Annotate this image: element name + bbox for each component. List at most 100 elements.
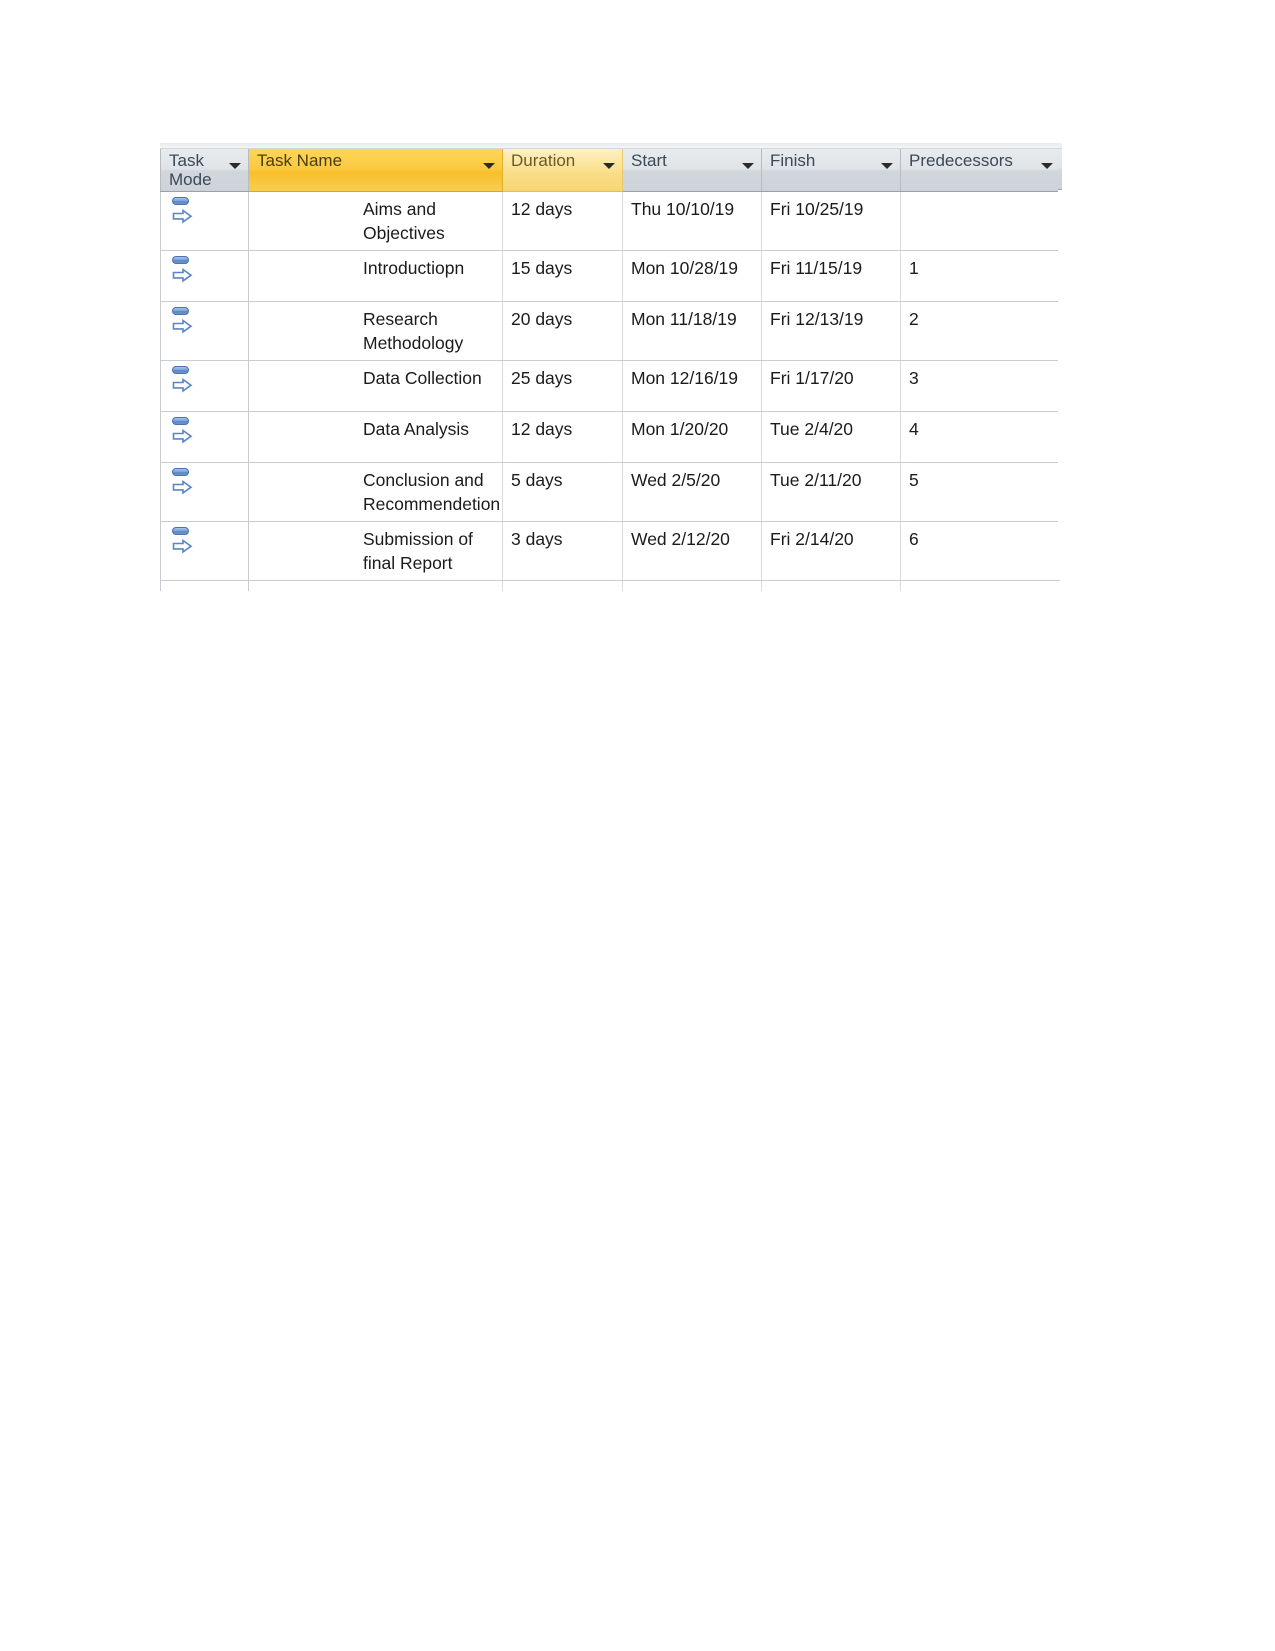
cell-start[interactable]: Mon 10/28/19 [622,250,762,302]
task-table-body[interactable]: Aims and Objectives 12 days Thu 10/10/19 Fr… [160,191,1060,591]
column-header-label: Task Name [257,151,343,170]
table-row[interactable]: Data Analysis 12 days Mon 1/20/20 Tue 2/4/2… [160,411,1060,463]
clipped-column-header [1058,149,1062,190]
cell-finish[interactable]: Tue 2/11/20 [761,462,901,522]
cell-task-name[interactable]: Research Methodology [248,301,503,361]
cell-finish[interactable]: Tue 2/4/20 [761,411,901,463]
cell-predecessors[interactable]: 2 [900,301,1060,361]
cell-finish[interactable]: Fri 1/17/20 [761,360,901,412]
table-row[interactable]: Submission of final Report 3 days Wed 2/12… [160,521,1060,581]
cell-start[interactable]: Mon 11/18/19 [622,301,762,361]
cell-predecessors[interactable] [900,191,1060,251]
cell-predecessors[interactable]: 6 [900,521,1060,581]
cell-start[interactable]: Wed 2/5/20 [622,462,762,522]
task-mode-bar-glyph [172,527,189,535]
cell-predecessors[interactable]: 1 [900,250,1060,302]
cell-task-name[interactable]: Introductiopn [248,250,503,302]
column-header-finish[interactable]: Finish [761,149,901,192]
cell-finish[interactable]: Fri 10/25/19 [761,191,901,251]
column-header-start[interactable]: Start [622,149,762,192]
cell-task-mode[interactable] [160,411,249,463]
filter-chevron-down-icon[interactable] [229,163,241,169]
table-row[interactable]: Introductiopn 15 days Mon 10/28/19 Fri 11/1… [160,250,1060,302]
cell-task-name[interactable]: Submission of final Report [248,521,503,581]
auto-schedule-task-mode-icon[interactable] [171,196,193,224]
cell-task-name[interactable]: Data Collection [248,360,503,412]
document-page: Task Mode Task Name Duration Start Finish Pre… [0,0,1275,1651]
task-name-text: Conclusion and Recommendetion [363,470,501,514]
cell-finish[interactable]: Fri 2/14/20 [761,521,901,581]
cell-duration[interactable]: 20 days [502,301,623,361]
table-row[interactable]: Conclusion and Recommendetion 5 days Wed 2… [160,462,1060,522]
filter-chevron-down-icon[interactable] [603,163,615,169]
cell-task-mode[interactable] [160,462,249,522]
auto-schedule-task-mode-icon[interactable] [171,467,193,495]
task-mode-bar-glyph [172,197,189,205]
cell-duration[interactable]: 12 days [502,191,623,251]
cell-duration[interactable]: 15 days [502,250,623,302]
start-text: Wed 2/5/20 [631,470,721,490]
cell-task-mode[interactable] [160,250,249,302]
clipped-column-body [1058,190,1062,580]
cell-task-name[interactable]: Aims and Objectives [248,191,503,251]
cell-task-mode[interactable] [160,521,249,581]
predecessors-text: 6 [909,529,919,549]
table-row-partial[interactable] [160,580,1060,591]
cell-duration[interactable]: 3 days [502,521,623,581]
cell-start[interactable]: Thu 10/10/19 [622,191,762,251]
table-row[interactable]: Research Methodology 20 days Mon 11/18/19 F… [160,301,1060,361]
auto-schedule-task-mode-icon[interactable] [171,306,193,334]
column-header-row[interactable]: Task Mode Task Name Duration Start Finish Pre… [160,149,1060,192]
table-row[interactable]: Aims and Objectives 12 days Thu 10/10/19 Fr… [160,191,1060,251]
auto-schedule-task-mode-icon[interactable] [171,255,193,283]
task-mode-bar-glyph [172,468,189,476]
cell-duration[interactable]: 5 days [502,462,623,522]
auto-schedule-task-mode-icon[interactable] [171,416,193,444]
cell-predecessors[interactable]: 5 [900,462,1060,522]
task-name-text: Submission of final Report [363,529,473,573]
column-header-predecessors[interactable]: Predecessors [900,149,1060,192]
column-header-task_mode[interactable]: Task Mode [160,149,249,192]
task-mode-arrow-glyph [172,206,193,230]
cell-start[interactable]: Mon 1/20/20 [622,411,762,463]
task-mode-bar-glyph [172,256,189,264]
cell-start[interactable]: Wed 2/12/20 [622,521,762,581]
cell-finish[interactable]: Fri 12/13/19 [761,301,901,361]
cell-predecessors[interactable]: 3 [900,360,1060,412]
cell-task-mode[interactable] [160,360,249,412]
filter-chevron-down-icon[interactable] [881,163,893,169]
filter-chevron-down-icon[interactable] [742,163,754,169]
predecessors-text: 5 [909,470,919,490]
cell-duration[interactable]: 25 days [502,360,623,412]
cell-task-mode[interactable] [160,191,249,251]
predecessors-text: 4 [909,419,919,439]
cell-task-mode[interactable] [160,301,249,361]
duration-text: 15 days [511,258,573,278]
column-header-duration[interactable]: Duration [502,149,623,192]
filter-chevron-down-icon[interactable] [1041,163,1053,169]
table-row[interactable]: Data Collection 25 days Mon 12/16/19 Fri 1/… [160,360,1060,412]
cell-predecessors[interactable]: 4 [900,411,1060,463]
task-table[interactable]: Task Mode Task Name Duration Start Finish Pre… [160,149,1060,591]
finish-text: Fri 1/17/20 [770,368,854,388]
column-header-label: Start [631,151,667,170]
column-header-task_name[interactable]: Task Name [248,149,503,192]
column-header-label: Duration [511,151,576,170]
cell-task-name[interactable]: Conclusion and Recommendetion [248,462,503,522]
cell-empty[interactable] [900,580,1060,591]
cell-empty[interactable] [761,580,901,591]
auto-schedule-task-mode-icon[interactable] [171,365,193,393]
project-entry-table[interactable]: Task Mode Task Name Duration Start Finish Pre… [160,143,1060,591]
filter-chevron-down-icon[interactable] [483,163,495,169]
cell-empty[interactable] [502,580,623,591]
cell-finish[interactable]: Fri 11/15/19 [761,250,901,302]
auto-schedule-task-mode-icon[interactable] [171,526,193,554]
cell-empty[interactable] [248,580,503,591]
finish-text: Tue 2/4/20 [770,419,854,439]
cell-empty[interactable] [160,580,249,591]
cell-empty[interactable] [622,580,762,591]
cell-task-name[interactable]: Data Analysis [248,411,503,463]
cell-start[interactable]: Mon 12/16/19 [622,360,762,412]
cell-duration[interactable]: 12 days [502,411,623,463]
duration-text: 12 days [511,199,573,219]
